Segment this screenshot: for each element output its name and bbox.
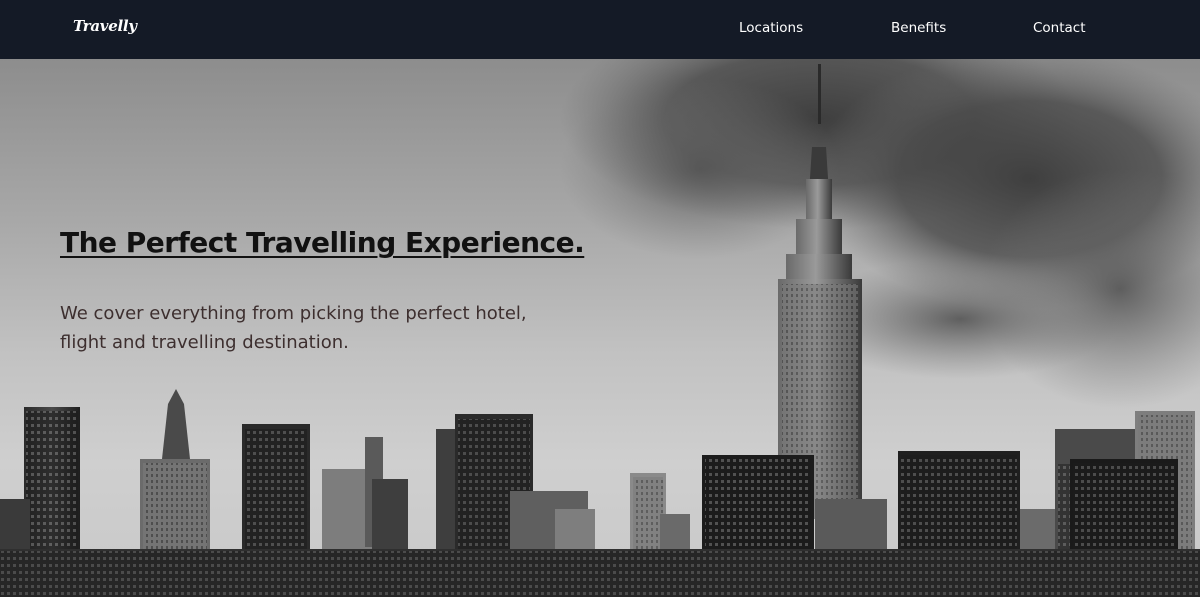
nav-link-contact[interactable]: Contact xyxy=(1033,20,1086,36)
hero-subtitle: We cover everything from picking the per… xyxy=(60,303,527,353)
nav-link-benefits[interactable]: Benefits xyxy=(891,20,946,36)
hero-section: The Perfect Travelling Experience. We co… xyxy=(0,59,1200,597)
nav-link-locations[interactable]: Locations xyxy=(739,20,803,36)
top-navbar: Travelly Locations Benefits Contact xyxy=(0,0,1200,59)
hero-title: The Perfect Travelling Experience. xyxy=(60,226,585,259)
nav-links: Locations Benefits Contact xyxy=(0,20,1200,40)
